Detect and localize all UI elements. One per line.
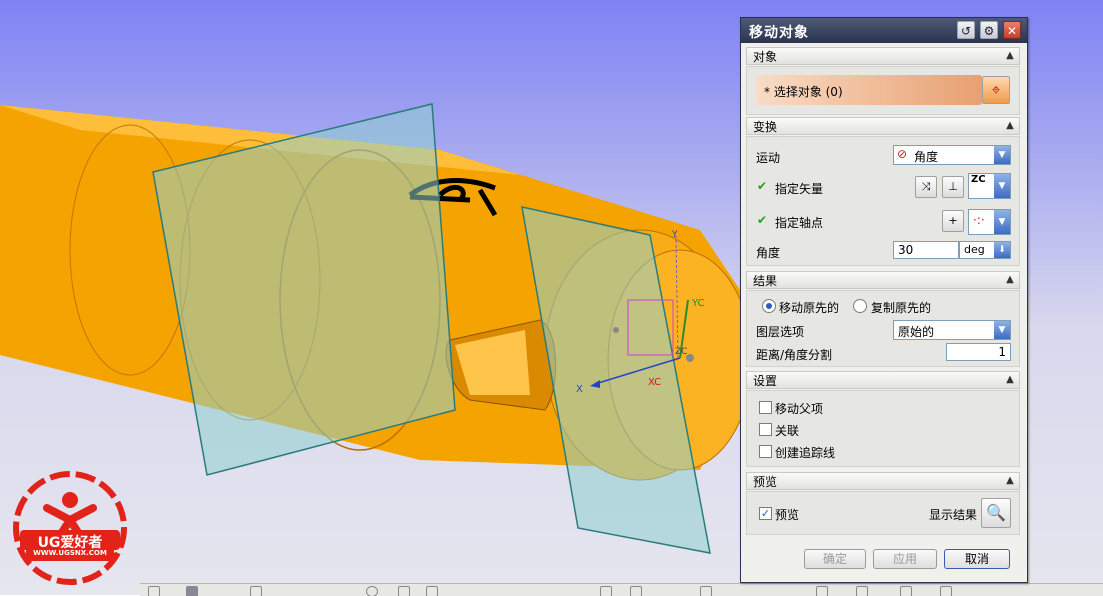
chevron-down-icon[interactable]: ▼ bbox=[994, 210, 1010, 234]
section-result-label: 结果 bbox=[753, 274, 778, 288]
collapse-icon[interactable]: ▲ bbox=[1003, 273, 1017, 287]
layer-option-value: 原始的 bbox=[898, 325, 935, 339]
section-object-header[interactable]: 对象 ▲ bbox=[746, 47, 1020, 65]
specify-pivot-label: 指定轴点 bbox=[775, 216, 824, 230]
collapse-icon[interactable]: ▲ bbox=[1003, 474, 1017, 488]
preview-label: 预览 bbox=[775, 508, 800, 522]
section-preview-label: 预览 bbox=[753, 475, 778, 489]
associative-checkbox[interactable] bbox=[759, 423, 772, 436]
split-label: 距离/角度分割 bbox=[756, 348, 833, 362]
motion-label: 运动 bbox=[756, 151, 781, 165]
move-original-label: 移动原先的 bbox=[779, 301, 840, 315]
chevron-down-icon[interactable]: ▼ bbox=[994, 321, 1010, 339]
gear-icon[interactable]: ⚙ bbox=[980, 21, 998, 39]
move-parents-label: 移动父项 bbox=[775, 402, 824, 416]
collapse-icon[interactable]: ▲ bbox=[1003, 373, 1017, 387]
layer-option-dropdown[interactable]: 原始的 ▼ bbox=[893, 320, 1011, 340]
point-icon: ·:· bbox=[973, 213, 985, 227]
apply-button[interactable]: 应用 bbox=[873, 549, 937, 569]
motion-dropdown[interactable]: ⊘ 角度 ▼ bbox=[893, 145, 1011, 165]
chevron-down-icon[interactable]: ▼ bbox=[994, 146, 1010, 164]
chevron-down-icon[interactable]: ▼ bbox=[994, 174, 1010, 198]
section-settings-header[interactable]: 设置 ▲ bbox=[746, 371, 1020, 389]
check-icon: ✔ bbox=[757, 179, 768, 193]
show-result-label: 显示结果 bbox=[929, 508, 978, 522]
vector-axis-dropdown[interactable]: ZC ▼ bbox=[968, 173, 1011, 199]
vector-dialog-icon[interactable]: ⊥ bbox=[942, 176, 964, 198]
copy-original-radio[interactable] bbox=[853, 299, 867, 313]
layer-option-label: 图层选项 bbox=[756, 325, 805, 339]
angle-label: 角度 bbox=[756, 246, 781, 260]
section-result-body: 移动原先的 复制原先的 图层选项 原始的 ▼ 距离/角度分割 1 bbox=[746, 290, 1020, 367]
section-preview-header[interactable]: 预览 ▲ bbox=[746, 472, 1020, 490]
check-icon: ✔ bbox=[757, 213, 768, 227]
logo-url-text: WWW.UGSNX.COM bbox=[33, 549, 107, 557]
vector-axis-value: ZC bbox=[971, 174, 986, 185]
cancel-button[interactable]: 取消 bbox=[944, 549, 1010, 569]
section-object-body: * 选择对象 (0) ⌖ bbox=[746, 66, 1020, 115]
angle-input[interactable]: 30 bbox=[893, 241, 959, 259]
dialog-titlebar[interactable]: 移动对象 ↺ ⚙ ✕ bbox=[741, 18, 1027, 43]
section-transform-body: 运动 ⊘ 角度 ▼ ✔ 指定矢量 ⤨ ⊥ ZC ▼ ✔ 指定轴点 + ·:· ▼… bbox=[746, 136, 1020, 266]
collapse-icon[interactable]: ▲ bbox=[1003, 119, 1017, 133]
move-object-dialog: 移动对象 ↺ ⚙ ✕ 对象 ▲ * 选择对象 (0) ⌖ 变换 ▲ 运动 ⊘ 角… bbox=[740, 17, 1028, 583]
pivot-point-dropdown[interactable]: ·:· ▼ bbox=[968, 209, 1011, 235]
move-parents-checkbox[interactable] bbox=[759, 401, 772, 414]
close-icon[interactable]: ✕ bbox=[1003, 21, 1021, 39]
associative-label: 关联 bbox=[775, 424, 800, 438]
section-settings-body: 移动父项 关联 创建追踪线 bbox=[746, 390, 1020, 467]
axis-label-y: Y bbox=[671, 230, 678, 240]
reset-icon[interactable]: ↺ bbox=[957, 21, 975, 39]
brand-logo: UG爱好者 WWW.UGSNX.COM bbox=[12, 470, 128, 586]
dialog-title: 移动对象 bbox=[749, 25, 809, 41]
select-object-label: * 选择对象 (0) bbox=[764, 85, 843, 99]
axis-label-x: X bbox=[576, 384, 583, 395]
section-settings-label: 设置 bbox=[753, 374, 778, 388]
move-original-radio[interactable] bbox=[762, 299, 776, 313]
angle-icon: ⊘ bbox=[897, 147, 908, 161]
arrow-down-icon[interactable]: ⬇ bbox=[994, 242, 1010, 258]
split-input[interactable]: 1 bbox=[946, 343, 1011, 361]
collapse-icon[interactable]: ▲ bbox=[1003, 49, 1017, 63]
section-object-label: 对象 bbox=[753, 50, 778, 64]
create-trace-label: 创建追踪线 bbox=[775, 446, 836, 460]
angle-unit-dropdown[interactable]: deg ⬇ bbox=[959, 241, 1011, 259]
select-object-row[interactable]: * 选择对象 (0) bbox=[756, 75, 982, 105]
magnifier-icon[interactable]: 🔍 bbox=[981, 498, 1011, 528]
angle-unit-value: deg bbox=[964, 243, 985, 256]
bottom-toolbar bbox=[140, 583, 1103, 596]
copy-original-label: 复制原先的 bbox=[871, 301, 932, 315]
section-transform-header[interactable]: 变换 ▲ bbox=[746, 117, 1020, 135]
specify-vector-label: 指定矢量 bbox=[775, 182, 824, 196]
axis-label-zc: ZC bbox=[675, 347, 687, 357]
axis-label-yc: YC bbox=[691, 298, 705, 309]
section-result-header[interactable]: 结果 ▲ bbox=[746, 271, 1020, 289]
axis-label-xc: XC bbox=[648, 377, 661, 388]
point-dialog-icon[interactable]: + bbox=[942, 210, 964, 232]
motion-value: 角度 bbox=[914, 150, 939, 164]
section-preview-body: ✓ 预览 显示结果 🔍 bbox=[746, 491, 1020, 535]
preview-checkbox[interactable]: ✓ bbox=[759, 507, 772, 520]
crosshair-icon[interactable]: ⌖ bbox=[982, 76, 1010, 104]
reverse-direction-icon[interactable]: ⤨ bbox=[915, 176, 937, 198]
section-transform-label: 变换 bbox=[753, 120, 778, 134]
create-trace-checkbox[interactable] bbox=[759, 445, 772, 458]
ok-button[interactable]: 确定 bbox=[804, 549, 866, 569]
